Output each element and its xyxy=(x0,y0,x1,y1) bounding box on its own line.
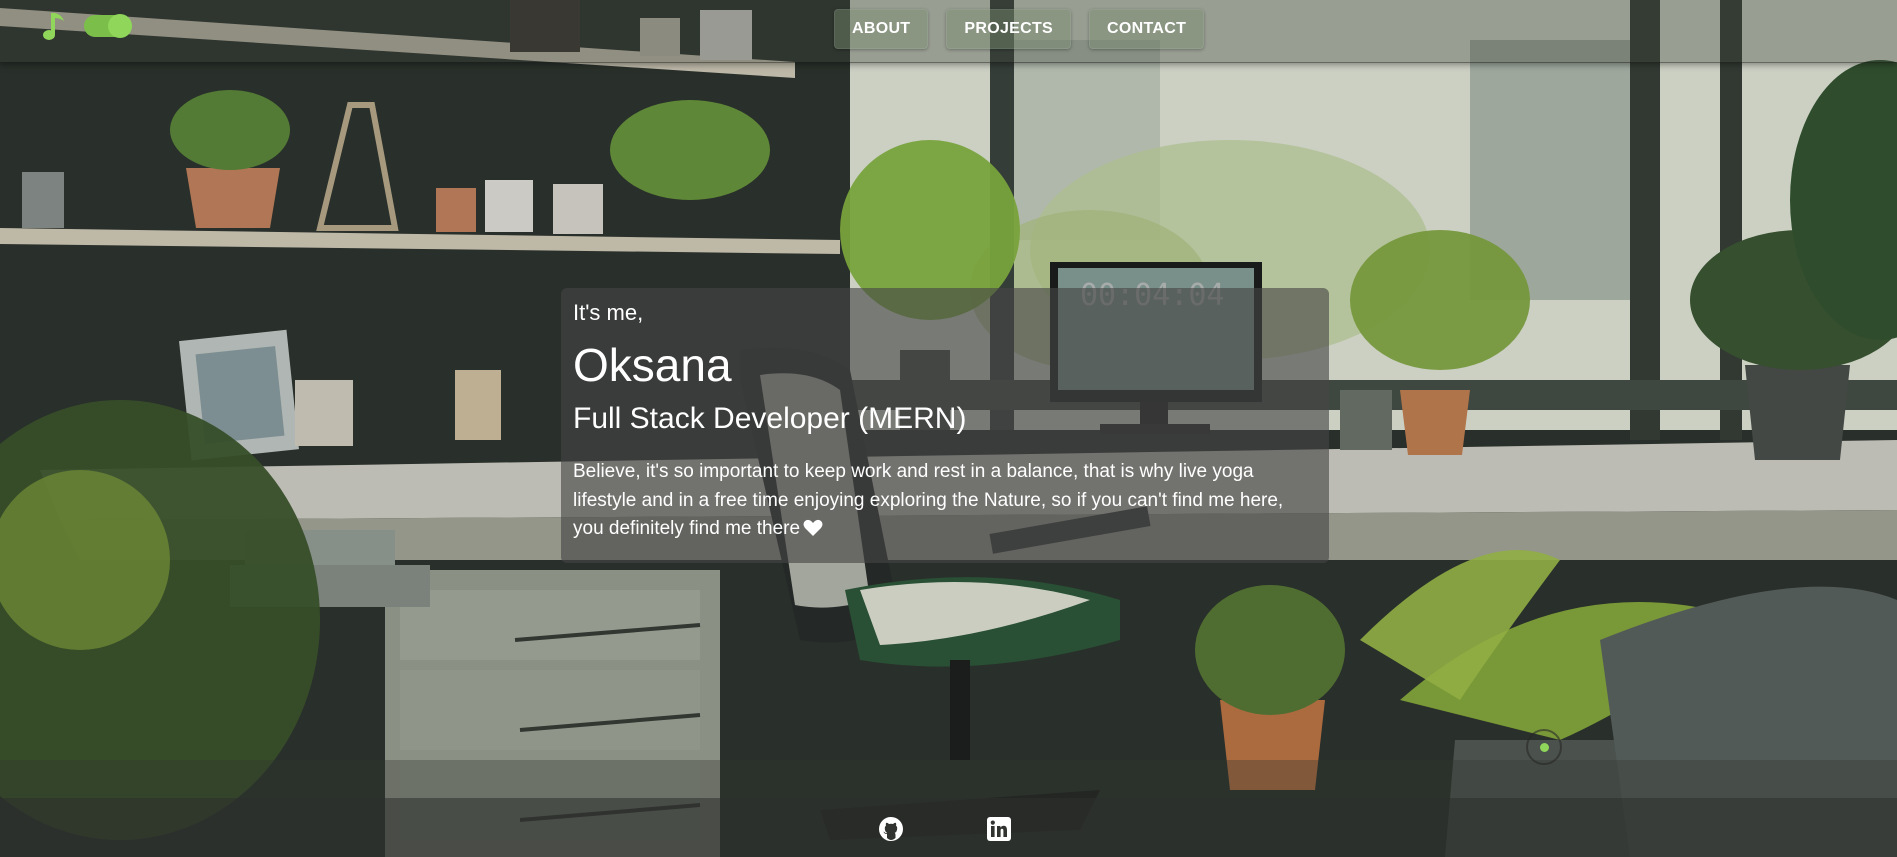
bio-paragraph: Believe, it's so important to keep work … xyxy=(573,458,1313,547)
github-icon xyxy=(879,817,903,841)
linkedin-icon xyxy=(987,817,1011,841)
portfolio-page: 00:04:04 xyxy=(0,0,1897,857)
music-note-icon[interactable] xyxy=(40,10,66,42)
greeting-text: It's me, xyxy=(573,300,644,325)
indicator-dot xyxy=(1540,743,1549,752)
intro-card: It's me, Oksana Full Stack Developer (ME… xyxy=(561,288,1329,563)
main-nav: ABOUT PROJECTS CONTACT xyxy=(834,9,1205,49)
developer-role: Full Stack Developer (MERN) xyxy=(573,402,967,435)
bio-text: Believe, it's so important to keep work … xyxy=(573,461,1284,539)
nav-contact-button[interactable]: CONTACT xyxy=(1089,9,1205,49)
developer-name: Oksana xyxy=(573,339,732,391)
top-navigation-bar: ABOUT PROJECTS CONTACT xyxy=(0,0,1897,63)
scroll-indicator xyxy=(1526,729,1562,765)
nav-about-button[interactable]: ABOUT xyxy=(834,9,929,49)
toggle-knob xyxy=(108,14,132,38)
white-heart-icon xyxy=(803,518,823,547)
nav-projects-button[interactable]: PROJECTS xyxy=(946,9,1072,49)
linkedin-link[interactable] xyxy=(986,816,1012,842)
footer-bar xyxy=(0,798,1897,857)
github-link[interactable] xyxy=(878,816,904,842)
theme-toggle-switch[interactable] xyxy=(84,14,132,38)
